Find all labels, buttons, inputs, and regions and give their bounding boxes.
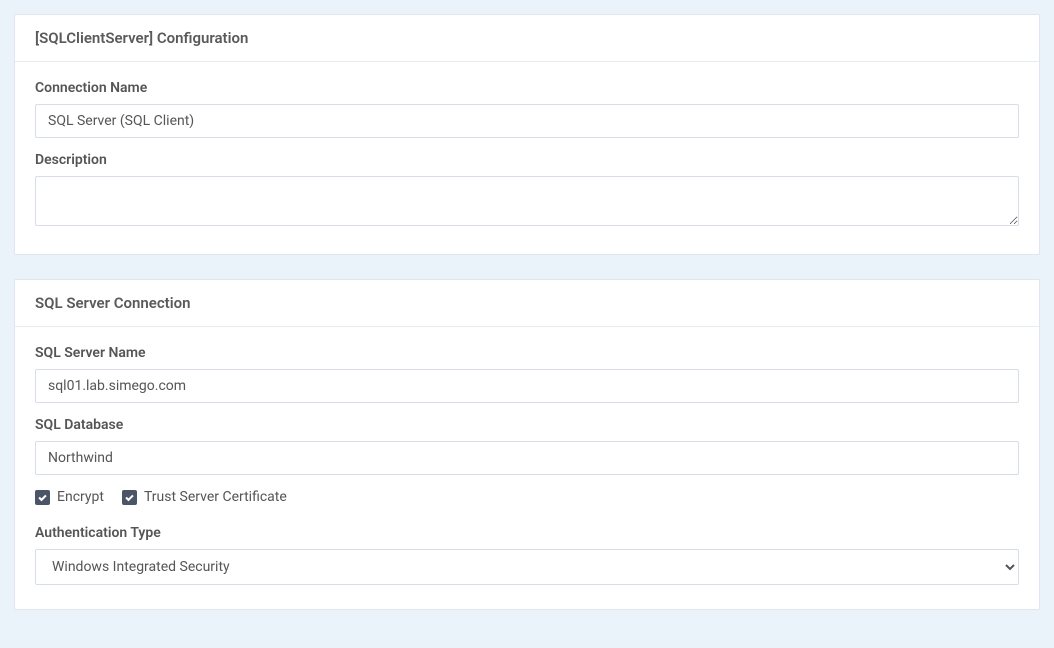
connection-panel: SQL Server Connection SQL Server Name SQ… — [14, 279, 1040, 610]
connection-panel-header: SQL Server Connection — [15, 280, 1039, 327]
config-panel-title: [SQLClientServer] Configuration — [35, 29, 1019, 47]
database-input[interactable] — [35, 441, 1019, 475]
config-panel: [SQLClientServer] Configuration Connecti… — [14, 14, 1040, 255]
description-textarea[interactable] — [35, 176, 1019, 226]
description-label: Description — [35, 152, 1019, 168]
connection-name-input[interactable] — [35, 104, 1019, 138]
checkmark-icon — [37, 492, 48, 503]
encrypt-checkbox[interactable] — [35, 490, 50, 505]
connection-name-label: Connection Name — [35, 80, 1019, 96]
encrypt-checkbox-label[interactable]: Encrypt — [57, 489, 104, 505]
connection-panel-title: SQL Server Connection — [35, 294, 1019, 312]
trust-cert-checkbox-label[interactable]: Trust Server Certificate — [144, 489, 287, 505]
connection-panel-body: SQL Server Name SQL Database Encrypt Tru… — [15, 327, 1039, 609]
server-name-input[interactable] — [35, 369, 1019, 403]
auth-type-label: Authentication Type — [35, 525, 1019, 541]
auth-type-select[interactable]: Windows Integrated Security — [35, 549, 1019, 585]
checkbox-row: Encrypt Trust Server Certificate — [35, 489, 1019, 505]
checkmark-icon — [124, 492, 135, 503]
server-name-label: SQL Server Name — [35, 345, 1019, 361]
database-label: SQL Database — [35, 417, 1019, 433]
config-panel-header: [SQLClientServer] Configuration — [15, 15, 1039, 62]
trust-cert-checkbox[interactable] — [122, 490, 137, 505]
config-panel-body: Connection Name Description — [15, 62, 1039, 254]
